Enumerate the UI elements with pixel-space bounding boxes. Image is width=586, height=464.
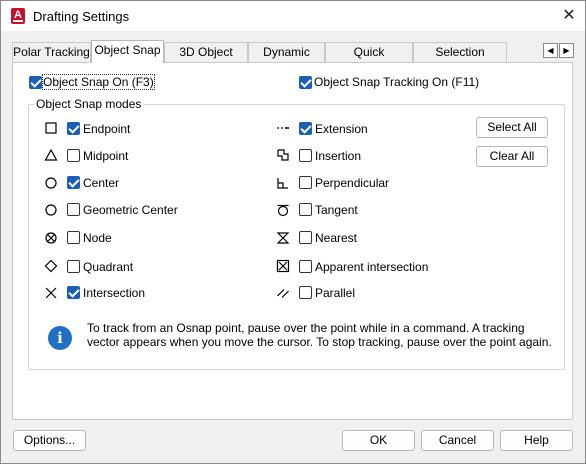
close-icon[interactable]: ✕ (559, 6, 579, 26)
tab-selection-cycling[interactable]: Selection Cycling (413, 42, 507, 78)
intersection-symbol-icon (45, 287, 57, 299)
quadrant-symbol-icon (44, 259, 58, 273)
extension-symbol-icon (277, 127, 289, 129)
geometric-center-checkbox[interactable] (67, 203, 80, 216)
osnap-tracking-label[interactable]: Object Snap Tracking On (F11) (314, 75, 479, 89)
tab-dynamic-input[interactable]: Dynamic Input (248, 42, 325, 78)
center-label[interactable]: Center (83, 176, 119, 190)
endpoint-label[interactable]: Endpoint (83, 122, 130, 136)
perpendicular-symbol-icon (277, 178, 288, 189)
autocad-icon: A (11, 8, 25, 24)
geometric-center-label[interactable]: Geometric Center (83, 203, 178, 217)
cancel-button[interactable]: Cancel (421, 430, 494, 451)
center-checkbox[interactable] (67, 176, 80, 189)
clear-all-button[interactable]: Clear All (476, 146, 548, 167)
parallel-checkbox[interactable] (299, 286, 312, 299)
osnap-on-label[interactable]: Object Snap On (F3) (42, 74, 155, 90)
nearest-symbol-icon (276, 232, 290, 244)
nearest-checkbox[interactable] (299, 231, 312, 244)
ok-button[interactable]: OK (342, 430, 415, 451)
tab-polar-tracking[interactable]: Polar Tracking (12, 42, 91, 62)
midpoint-label[interactable]: Midpoint (83, 149, 128, 163)
help-button[interactable]: Help (500, 430, 573, 451)
perpendicular-checkbox[interactable] (299, 176, 312, 189)
geometric-center-symbol-icon (45, 204, 57, 216)
node-symbol-icon (45, 232, 57, 244)
insertion-symbol-icon (277, 149, 289, 161)
select-all-button[interactable]: Select All (476, 117, 548, 138)
tangent-label[interactable]: Tangent (315, 203, 358, 217)
insertion-checkbox[interactable] (299, 149, 312, 162)
tab-scroll-right-icon[interactable]: ▶ (559, 43, 574, 58)
extension-checkbox[interactable] (299, 122, 312, 135)
endpoint-symbol-icon (45, 122, 57, 134)
options-button[interactable]: Options... (13, 430, 86, 451)
node-label[interactable]: Node (83, 231, 112, 245)
node-checkbox[interactable] (67, 231, 80, 244)
apparent-intersection-symbol-icon (276, 259, 290, 273)
midpoint-checkbox[interactable] (67, 149, 80, 162)
tangent-checkbox[interactable] (299, 203, 312, 216)
endpoint-checkbox[interactable] (67, 122, 80, 135)
osnap-on-checkbox[interactable] (29, 76, 42, 89)
center-symbol-icon (45, 177, 57, 189)
extension-label[interactable]: Extension (315, 122, 368, 136)
insertion-label[interactable]: Insertion (315, 149, 361, 163)
quadrant-checkbox[interactable] (67, 260, 80, 273)
parallel-symbol-icon (277, 289, 289, 298)
apparent-intersection-label[interactable]: Apparent intersection (315, 260, 428, 274)
object-snap-modes-title: Object Snap modes (34, 97, 144, 111)
info-text: To track from an Osnap point, pause over… (87, 321, 552, 349)
info-icon: i (48, 326, 72, 350)
tab-object-snap[interactable]: Object Snap (91, 40, 164, 63)
tab-scroll-left-icon[interactable]: ◀ (543, 43, 558, 58)
tangent-symbol-icon (277, 204, 289, 217)
quadrant-label[interactable]: Quadrant (83, 260, 133, 274)
intersection-checkbox[interactable] (67, 286, 80, 299)
perpendicular-label[interactable]: Perpendicular (315, 176, 389, 190)
osnap-tracking-checkbox[interactable] (299, 76, 312, 89)
tab-quick-properties[interactable]: Quick Properties (325, 42, 413, 78)
title-bar: A Drafting Settings ✕ (1, 1, 585, 31)
midpoint-symbol-icon (44, 148, 58, 161)
apparent-intersection-checkbox[interactable] (299, 260, 312, 273)
parallel-label[interactable]: Parallel (315, 286, 355, 300)
window-title: Drafting Settings (33, 9, 130, 24)
tab-3d-object-snap[interactable]: 3D Object Snap (164, 42, 248, 78)
nearest-label[interactable]: Nearest (315, 231, 357, 245)
intersection-label[interactable]: Intersection (83, 286, 145, 300)
